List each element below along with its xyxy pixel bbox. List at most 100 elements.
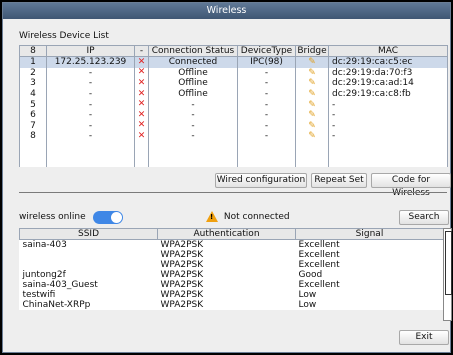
delete-icon[interactable]: ✕ [134,88,149,100]
device-row[interactable]: 3- ✕ Offline - ✎ dc:29:19:ca:ad:14 [19,78,448,89]
edit-icon[interactable]: ✎ [295,78,329,89]
wifi-row[interactable]: WPA2PSK Excellent [20,250,444,260]
column-header-mac: MAC [328,45,448,57]
device-type: IPC(98) [237,56,296,68]
window-title: Wireless [3,3,450,19]
edit-icon[interactable]: ✎ [295,56,329,68]
wifi-row[interactable]: ChinaNet-XRPp WPA2PSK Low [20,300,444,310]
device-number: 3 [19,78,47,89]
column-header-status: Connection Status [148,45,238,57]
device-table-header: 8 IP - Connection Status DeviceType Brid… [19,45,448,57]
repeat-set-button[interactable]: Repeat Set [311,173,367,188]
edit-icon[interactable]: ✎ [295,67,329,79]
wifi-authentication: WPA2PSK [160,250,204,260]
device-row[interactable]: 5- ✕ - - ✎ - [19,99,448,110]
column-header-delete: - [134,45,149,57]
delete-icon[interactable]: ✕ [134,109,149,121]
wifi-signal: Good [298,270,323,280]
device-status: Offline [148,78,238,89]
delete-icon[interactable]: ✕ [134,78,149,89]
edit-icon[interactable]: ✎ [295,130,329,142]
edit-icon[interactable]: ✎ [295,99,329,110]
device-table-filler [19,141,448,167]
wifi-authentication: WPA2PSK [160,300,204,310]
divider [19,192,447,193]
wifi-signal: Excellent [298,250,340,260]
wifi-signal: Excellent [298,280,340,290]
device-status: Offline [148,88,238,100]
exit-button[interactable]: Exit [399,330,449,345]
device-mac: dc:29:19:da:70:f3 [328,67,448,79]
device-row[interactable]: 1 172.25.123.239 ✕ Connected IPC(98) ✎ dc:29:1… [19,56,448,68]
column-header-authentication: Authentication [157,228,296,240]
wifi-row[interactable]: juntong2f WPA2PSK Good [20,270,444,280]
wired-configuration-button[interactable]: Wired configuration [215,173,307,188]
device-number: 1 [19,56,47,68]
scrollbar-thumb[interactable] [445,231,452,295]
delete-icon[interactable]: ✕ [134,99,149,110]
edit-icon[interactable]: ✎ [295,109,329,121]
delete-icon[interactable]: ✕ [134,120,149,131]
wifi-row[interactable]: WPA2PSK Excellent [20,260,444,270]
wifi-table-header: SSID Authentication Signal [19,228,444,240]
wifi-ssid: testwifi [22,290,56,300]
device-type: - [237,109,296,121]
device-ip: - [46,88,135,100]
delete-icon[interactable]: ✕ [134,67,149,79]
wireless-online-label: wireless online [19,212,86,222]
device-number: 8 [19,130,47,142]
device-row[interactable]: 2- ✕ Offline - ✎ dc:29:19:da:70:f3 [19,67,448,79]
wifi-ssid: juntong2f [22,270,66,280]
device-status: - [148,99,238,110]
device-number: 4 [19,88,47,100]
device-table: 8 IP - Connection Status DeviceType Brid… [19,45,448,167]
wifi-ssid: ChinaNet-XRPp [22,300,91,310]
search-button[interactable]: Search [399,210,449,225]
connection-status: ! Not connected [206,211,290,222]
wifi-row[interactable]: testwifi WPA2PSK Low [20,290,444,300]
device-type: - [237,67,296,79]
wifi-ssid [20,250,158,260]
device-status: - [148,120,238,131]
wifi-row[interactable]: saina-403 WPA2PSK Excellent [20,240,444,250]
wifi-authentication: WPA2PSK [160,270,204,280]
edit-icon[interactable]: ✎ [295,88,329,100]
connection-status-text: Not connected [223,212,290,222]
device-number: 7 [19,120,47,131]
column-header-count: 8 [19,45,47,57]
device-row[interactable]: 6- ✕ - - ✎ - [19,109,448,121]
delete-icon[interactable]: ✕ [134,130,149,142]
column-header-devicetype: DeviceType [237,45,296,57]
device-type: - [237,88,296,100]
wifi-authentication: WPA2PSK [160,260,204,270]
wireless-online-toggle[interactable] [93,211,123,224]
wifi-row[interactable]: saina-403_Guest WPA2PSK Excellent [20,280,444,290]
column-header-ssid: SSID [19,228,158,240]
warning-icon: ! [206,211,218,222]
toggle-knob [111,212,122,223]
device-status: Connected [148,56,238,68]
device-number: 5 [19,99,47,110]
wifi-authentication: WPA2PSK [160,290,204,300]
device-row[interactable]: 8- ✕ - - ✎ - [19,130,448,142]
device-mac: dc:29:19:ca:c8:fb [328,88,448,100]
column-header-ip: IP [46,45,135,57]
device-status: Offline [148,67,238,79]
wifi-signal: Excellent [298,240,340,250]
delete-icon[interactable]: ✕ [134,56,149,68]
device-row[interactable]: 7- ✕ - - ✎ - [19,120,448,131]
code-for-wireless-button[interactable]: Code for Wireless [371,173,451,198]
wifi-ssid [20,260,158,270]
wireless-window: Wireless Wireless Device List 8 IP - Con… [2,2,452,353]
wifi-signal: Low [298,300,317,310]
wifi-signal: Excellent [298,260,340,270]
device-status: - [148,130,238,142]
device-row[interactable]: 4- ✕ Offline - ✎ dc:29:19:ca:c8:fb [19,88,448,100]
device-mac: - [328,120,448,131]
wifi-list-scrollbar[interactable] [443,228,452,321]
wifi-ssid: saina-403_Guest [22,280,98,290]
device-ip: - [46,130,135,142]
device-mac: dc:29:19:ca:c5:ec [328,56,448,68]
device-ip: - [46,109,135,121]
edit-icon[interactable]: ✎ [295,120,329,131]
